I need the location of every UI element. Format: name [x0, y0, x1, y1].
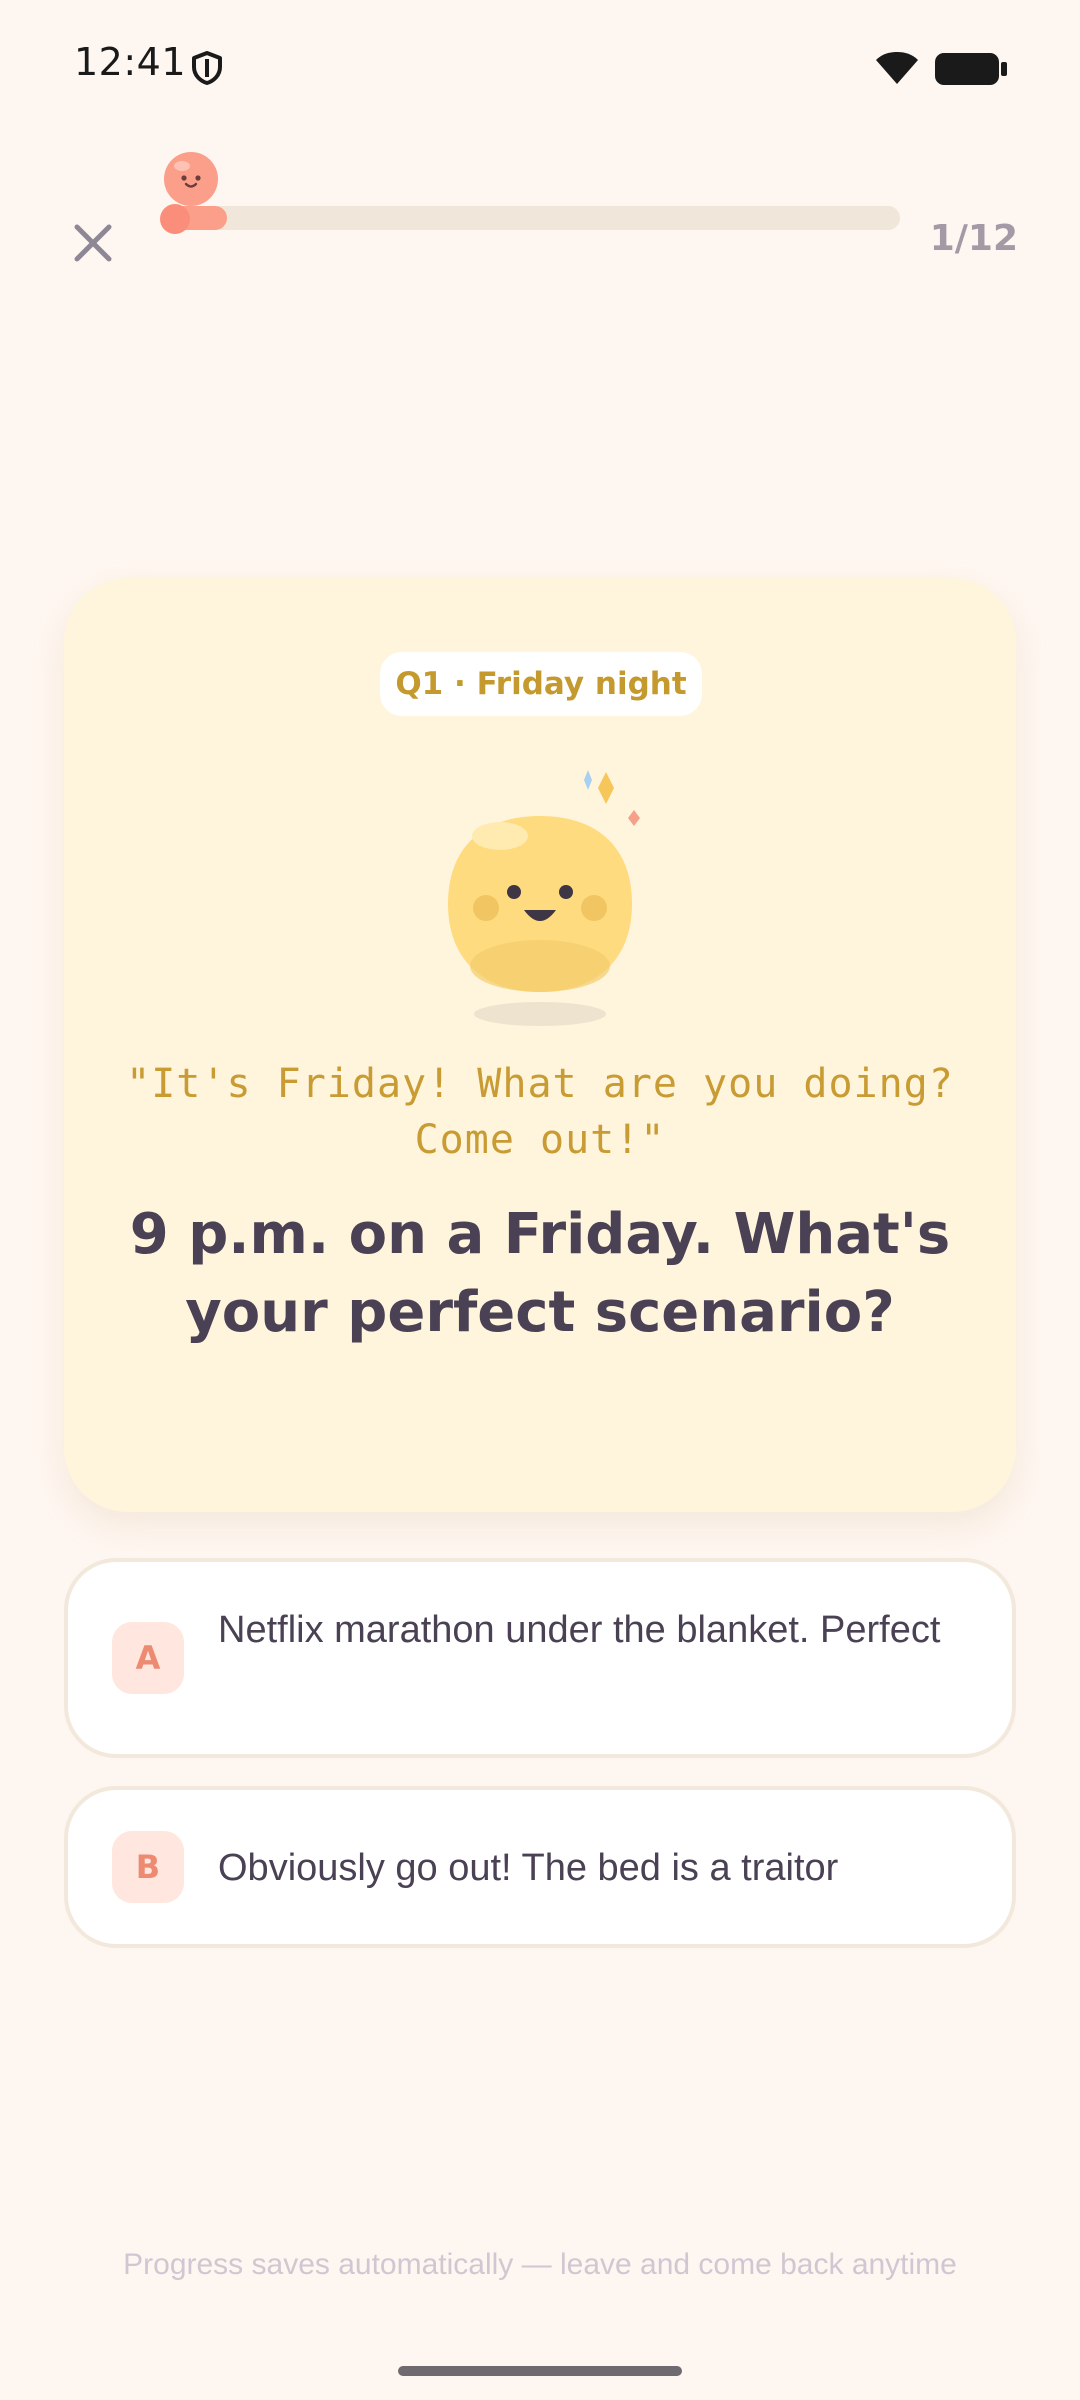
question-text: 9 p.m. on a Friday. What's your perfect … [129, 1202, 951, 1345]
mascot-icon [448, 770, 640, 1026]
question-card [64, 578, 1016, 1512]
status-bar: 12:41 [0, 0, 1080, 130]
progress-bar [166, 206, 900, 230]
autosave-note: Progress saves automatically — leave and… [123, 2248, 957, 2281]
battery-icon [935, 53, 1007, 85]
speech-quote: "It's Friday! What are you doing? Come o… [126, 1061, 954, 1163]
progress-dot [160, 204, 190, 234]
question-tag: Q1 · Friday night [380, 652, 702, 716]
status-time: 12:41 [74, 40, 187, 84]
wifi-icon [876, 52, 918, 84]
option-text: Netflix marathon under the blanket. Perf… [218, 1609, 941, 1651]
option-a-button[interactable]: A Netflix marathon under the blanket. Pe… [64, 1558, 1016, 1758]
close-button[interactable] [66, 216, 120, 270]
option-b-button[interactable]: B Obviously go out! The bed is a traitor [64, 1786, 1016, 1948]
option-letter-badge: B [112, 1831, 184, 1903]
home-indicator[interactable] [398, 2366, 682, 2376]
progress-mascot-icon [164, 152, 218, 206]
option-text: Obviously go out! The bed is a traitor [218, 1847, 839, 1889]
shield-icon [192, 51, 222, 85]
close-icon [74, 224, 112, 262]
option-letter-badge: A [112, 1622, 184, 1694]
progress-counter: 1/12 [929, 218, 1018, 259]
